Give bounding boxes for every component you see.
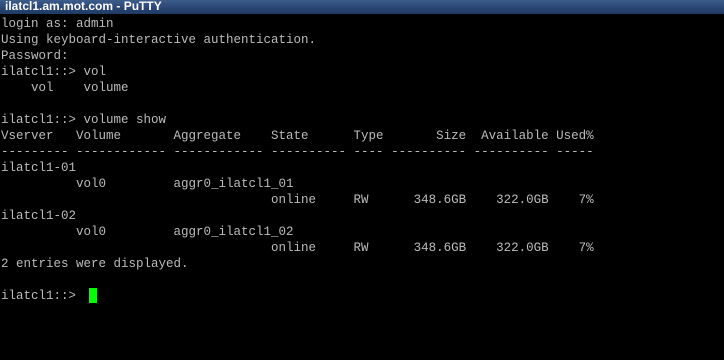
putty-window: ilatcl1.am.mot.com - PuTTY login as: adm… <box>0 0 724 360</box>
terminal-table-header: Vserver Volume Aggregate State Type Size… <box>1 129 594 143</box>
terminal-line-vol-command: ilatcl1::> vol <box>1 65 107 79</box>
terminal-line-prompt: ilatcl1::> <box>1 289 84 303</box>
terminal-volume-details-row: online RW 348.6GB 322.0GB 7% <box>1 193 594 207</box>
terminal-volume-details-row: online RW 348.6GB 322.0GB 7% <box>1 241 594 255</box>
terminal-line-auth: Using keyboard-interactive authenticatio… <box>1 33 317 47</box>
terminal-vserver-row: ilatcl1-01 <box>1 161 77 175</box>
terminal-screen[interactable]: login as: admin Using keyboard-interacti… <box>0 14 724 360</box>
terminal-table-separator: --------- ------------ ------------ ----… <box>1 145 594 159</box>
terminal-line-summary: 2 entries were displayed. <box>1 257 189 271</box>
title-bar[interactable]: ilatcl1.am.mot.com - PuTTY <box>0 0 724 14</box>
window-title: ilatcl1.am.mot.com - PuTTY <box>5 0 162 13</box>
terminal-volume-row: vol0 aggr0_ilatcl1_01 <box>1 177 294 191</box>
terminal-line-password: Password: <box>1 49 69 63</box>
terminal-line-vol-completion: vol volume <box>1 81 129 95</box>
terminal-line-volume-show: ilatcl1::> volume show <box>1 113 167 127</box>
terminal-volume-row: vol0 aggr0_ilatcl1_02 <box>1 225 294 239</box>
terminal-line-login: login as: admin <box>1 17 114 31</box>
text-cursor <box>89 288 97 303</box>
terminal-vserver-row: ilatcl1-02 <box>1 209 77 223</box>
